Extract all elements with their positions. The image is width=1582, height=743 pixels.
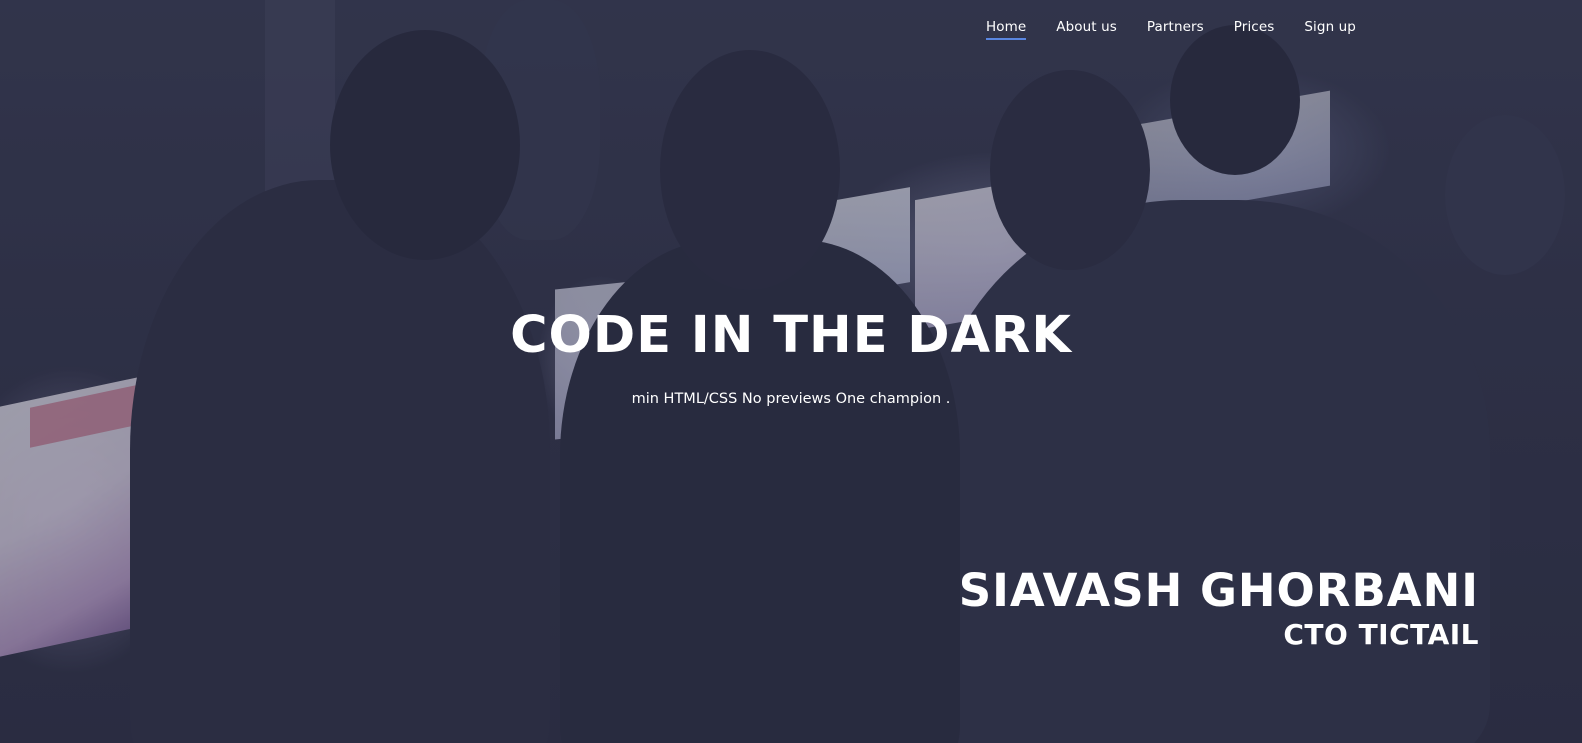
- page-title: CODE IN THE DARK: [510, 306, 1072, 365]
- nav-item-sign-up[interactable]: Sign up: [1304, 19, 1356, 40]
- nav-item-prices[interactable]: Prices: [1234, 19, 1275, 40]
- page-subtitle: min HTML/CSS No previews One champion .: [631, 391, 951, 407]
- hero-section: Home About us Partners Prices Sign up CO…: [0, 0, 1582, 743]
- nav-item-home[interactable]: Home: [986, 19, 1027, 40]
- speaker-name: SIAVASH GHORBANI: [958, 564, 1479, 617]
- nav-item-about-us[interactable]: About us: [1056, 19, 1117, 40]
- video-caption: SIAVASH GHORBANI CTO TICTAIL: [959, 568, 1479, 649]
- speaker-role: CTO TICTAIL: [1283, 618, 1479, 651]
- main-nav: Home About us Partners Prices Sign up: [986, 19, 1356, 40]
- nav-item-partners[interactable]: Partners: [1147, 19, 1204, 40]
